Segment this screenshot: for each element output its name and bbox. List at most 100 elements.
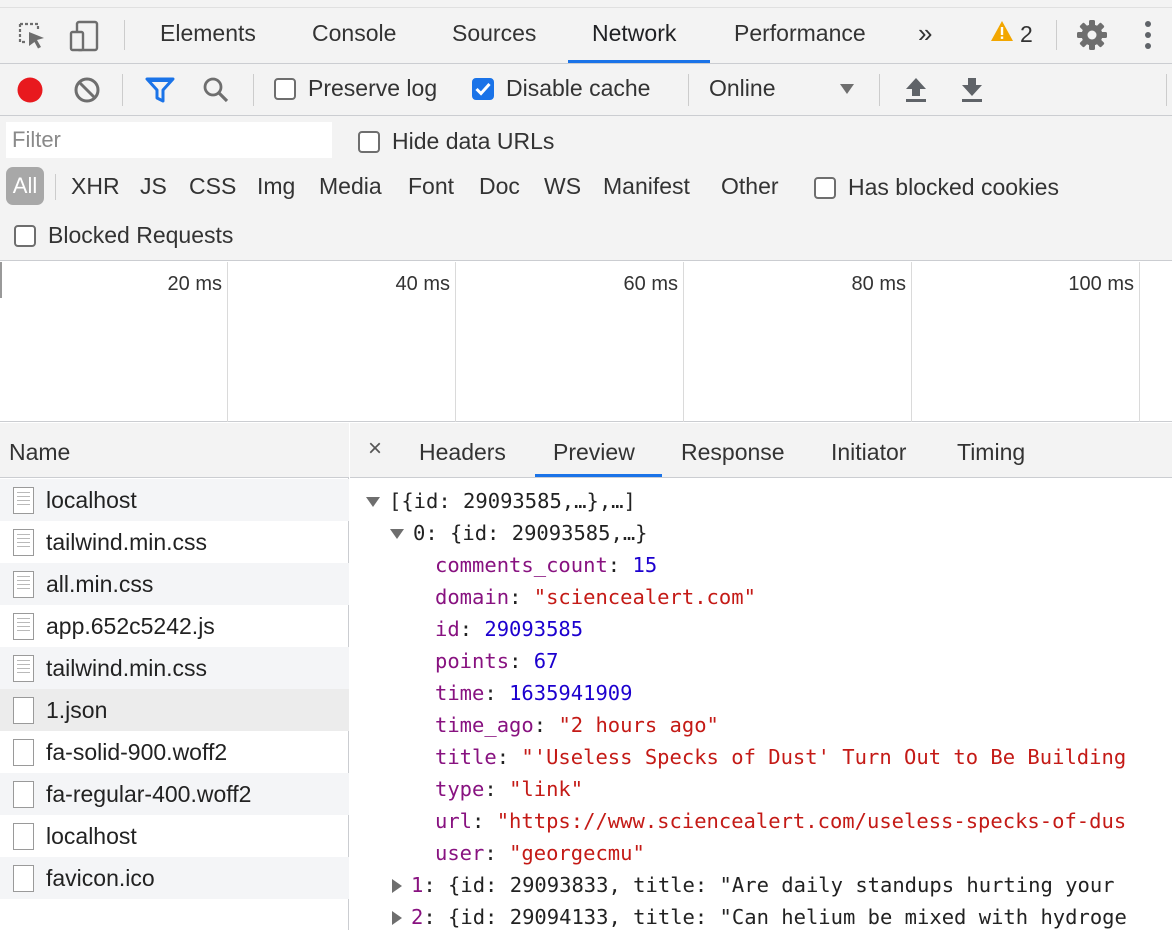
name-column-header[interactable]: Name xyxy=(0,423,349,478)
filter-type-font[interactable]: Font xyxy=(408,173,454,200)
has-blocked-cookies-label: Has blocked cookies xyxy=(848,174,1059,200)
checkbox-box[interactable] xyxy=(358,130,380,153)
tab-headers[interactable]: Headers xyxy=(419,439,506,466)
json-key: url xyxy=(435,809,473,833)
network-overview[interactable]: 20 ms 40 ms 60 ms 80 ms 100 ms xyxy=(0,262,1172,422)
checkbox-box[interactable] xyxy=(472,77,494,100)
close-icon[interactable]: × xyxy=(368,435,382,463)
expand-triangle-icon[interactable] xyxy=(366,497,380,507)
filter-type-manifest[interactable]: Manifest xyxy=(603,173,690,200)
request-row[interactable]: localhost xyxy=(0,815,349,857)
stylesheet-icon xyxy=(13,654,34,682)
file-icon xyxy=(13,822,34,850)
checkbox-box[interactable] xyxy=(14,224,36,247)
clear-icon[interactable] xyxy=(71,74,103,106)
filter-type-js[interactable]: JS xyxy=(140,173,167,200)
json-value: "georgecmu" xyxy=(509,841,645,865)
export-har-icon[interactable] xyxy=(956,74,988,106)
tab-response[interactable]: Response xyxy=(681,439,785,466)
request-name: app.652c5242.js xyxy=(46,612,215,639)
json-key: domain xyxy=(435,585,510,609)
request-row-selected[interactable]: 1.json xyxy=(0,689,349,731)
request-name: tailwind.min.css xyxy=(46,528,208,555)
json-collapsed-item[interactable]: 1: {id: 29093833, title: "Are daily stan… xyxy=(392,873,1115,897)
json-key: time_ago xyxy=(435,713,534,737)
blocked-requests-checkbox[interactable]: Blocked Requests xyxy=(14,222,233,249)
overview-tick-label: 20 ms xyxy=(167,273,222,295)
filter-type-doc[interactable]: Doc xyxy=(479,173,520,200)
json-value: 15 xyxy=(632,553,658,577)
json-value: "sciencealert.com" xyxy=(533,585,756,609)
search-icon[interactable] xyxy=(200,74,232,106)
filter-type-media[interactable]: Media xyxy=(319,173,382,200)
request-row[interactable]: tailwind.min.css xyxy=(0,521,349,563)
chevron-down-icon[interactable] xyxy=(836,78,858,100)
filter-type-ws[interactable]: WS xyxy=(544,173,581,200)
tab-elements[interactable]: Elements xyxy=(160,20,256,47)
request-name: fa-regular-400.woff2 xyxy=(46,780,252,807)
tab-sources[interactable]: Sources xyxy=(452,20,536,47)
throttling-select[interactable]: Online xyxy=(709,75,775,102)
request-row[interactable]: localhost xyxy=(0,479,349,521)
filter-type-img[interactable]: Img xyxy=(257,173,295,200)
preserve-log-checkbox[interactable]: Preserve log xyxy=(274,75,437,102)
collapse-triangle-icon[interactable] xyxy=(392,879,402,893)
request-name: tailwind.min.css xyxy=(46,654,208,681)
hide-data-urls-label: Hide data URLs xyxy=(392,128,555,154)
overview-tick-label: 100 ms xyxy=(1068,273,1134,295)
import-har-icon[interactable] xyxy=(900,74,932,106)
request-row[interactable]: app.652c5242.js xyxy=(0,605,349,647)
request-name: fa-solid-900.woff2 xyxy=(46,738,228,765)
blocked-requests-label: Blocked Requests xyxy=(48,222,234,248)
hide-data-urls-checkbox[interactable]: Hide data URLs xyxy=(358,128,554,155)
request-row[interactable]: fa-regular-400.woff2 xyxy=(0,773,349,815)
json-field: user: "georgecmu" xyxy=(435,841,645,865)
device-toolbar-icon[interactable] xyxy=(66,18,102,54)
document-icon xyxy=(13,486,34,514)
json-root-row[interactable]: [{id: 29093585,…},…] xyxy=(366,489,636,513)
request-name: all.min.css xyxy=(46,570,154,597)
more-vert-icon[interactable] xyxy=(1134,17,1162,53)
json-value: 29093585 xyxy=(484,617,584,641)
request-row[interactable]: favicon.ico xyxy=(0,857,349,899)
gear-icon[interactable] xyxy=(1074,17,1110,53)
toolbar-divider xyxy=(1056,20,1057,50)
collapse-triangle-icon[interactable] xyxy=(392,911,402,925)
filter-input[interactable] xyxy=(6,122,332,158)
tab-timing[interactable]: Timing xyxy=(957,439,1025,466)
has-blocked-cookies-checkbox[interactable]: Has blocked cookies xyxy=(814,174,1059,201)
filter-type-all[interactable]: All xyxy=(6,167,44,205)
record-button[interactable] xyxy=(14,74,46,106)
inspect-icon[interactable] xyxy=(14,18,50,54)
checkbox-box[interactable] xyxy=(814,176,836,199)
json-item-summary: {id: 29094133, title: "Can helium be mix… xyxy=(448,905,1127,929)
json-value: "2 hours ago" xyxy=(558,713,719,737)
filter-type-other[interactable]: Other xyxy=(721,173,779,200)
request-row[interactable]: tailwind.min.css xyxy=(0,647,349,689)
network-toolbar: Preserve log Disable cache Online xyxy=(0,64,1172,116)
tab-console[interactable]: Console xyxy=(312,20,396,47)
json-field: type: "link" xyxy=(435,777,584,801)
request-row[interactable]: all.min.css xyxy=(0,563,349,605)
json-collapsed-item[interactable]: 2: {id: 29094133, title: "Can helium be … xyxy=(392,905,1127,929)
json-key: points xyxy=(435,649,510,673)
request-row[interactable]: fa-solid-900.woff2 xyxy=(0,731,349,773)
json-field: url: "https://www.sciencealert.com/usele… xyxy=(435,809,1127,833)
expand-triangle-icon[interactable] xyxy=(390,529,404,539)
more-tabs-button[interactable]: » xyxy=(918,18,932,49)
warning-counter[interactable]: 2 xyxy=(990,20,1033,48)
json-item-summary: 0: {id: 29093585,…} xyxy=(413,521,648,545)
json-item-row[interactable]: 0: {id: 29093585,…} xyxy=(390,521,648,545)
tab-preview[interactable]: Preview xyxy=(553,439,635,466)
preserve-log-label: Preserve log xyxy=(308,75,438,101)
tab-initiator[interactable]: Initiator xyxy=(831,439,906,466)
toolbar-divider xyxy=(1166,74,1167,106)
disable-cache-checkbox[interactable]: Disable cache xyxy=(472,75,650,102)
filter-type-xhr[interactable]: XHR xyxy=(71,173,120,200)
tab-performance[interactable]: Performance xyxy=(734,20,866,47)
filter-icon[interactable] xyxy=(143,74,177,106)
checkbox-box[interactable] xyxy=(274,77,296,100)
tab-network[interactable]: Network xyxy=(592,20,676,47)
json-index: 1 xyxy=(411,873,424,897)
filter-type-css[interactable]: CSS xyxy=(189,173,236,200)
